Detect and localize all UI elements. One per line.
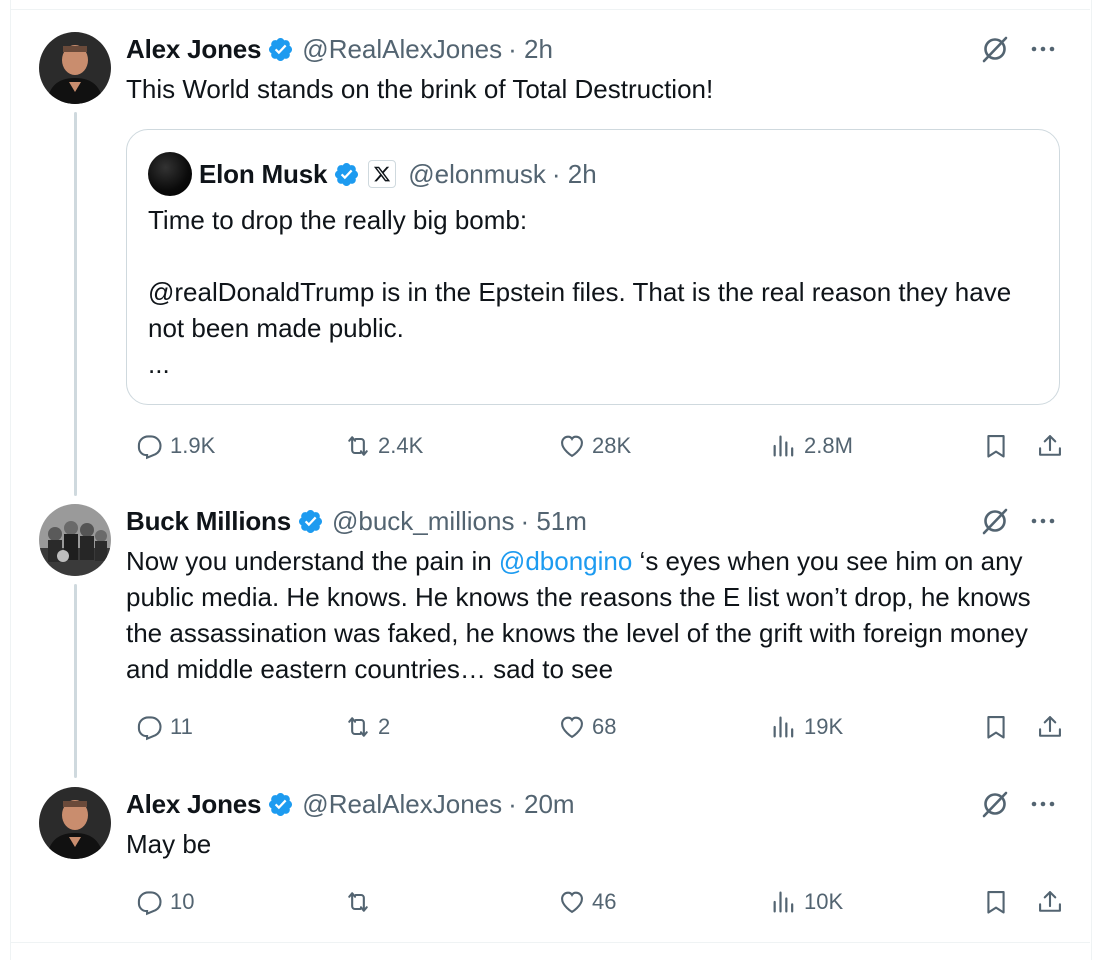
tweet[interactable]: Alex Jones @RealAlexJones · 2h This Worl… bbox=[10, 0, 1090, 480]
author-handle: @elonmusk bbox=[408, 158, 546, 189]
bookmark-icon bbox=[987, 716, 1005, 739]
like-icon bbox=[561, 435, 583, 458]
repost-button[interactable]: 2.4K bbox=[344, 428, 423, 464]
views-button[interactable]: 2.8M bbox=[770, 428, 853, 464]
like-count: 46 bbox=[592, 889, 617, 914]
reply-icon bbox=[137, 891, 162, 916]
like-icon bbox=[561, 891, 583, 914]
reply-count: 1.9K bbox=[170, 433, 216, 458]
divider bbox=[10, 942, 1090, 943]
timestamp[interactable]: · 51m bbox=[520, 506, 586, 537]
views-icon bbox=[773, 891, 794, 913]
grok-icon[interactable] bbox=[980, 34, 1010, 64]
timestamp[interactable]: · 2h bbox=[508, 34, 553, 65]
avatar[interactable] bbox=[39, 32, 111, 104]
tweet-header: Buck Millions @buck_millions · 51m bbox=[126, 504, 587, 538]
author-name[interactable]: Alex Jones bbox=[126, 789, 261, 820]
verified-badge-icon bbox=[269, 792, 293, 816]
reply-button[interactable]: 1.9K bbox=[136, 428, 215, 464]
reply-count: 11 bbox=[170, 714, 193, 739]
author-handle[interactable]: @RealAlexJones bbox=[302, 34, 502, 65]
view-count: 10K bbox=[804, 889, 844, 914]
view-count: 2.8M bbox=[804, 433, 853, 458]
tweet[interactable]: Buck Millions @buck_millions · 51m Now y… bbox=[10, 490, 1090, 770]
author-name: Elon Musk bbox=[199, 158, 328, 189]
avatar[interactable] bbox=[148, 152, 192, 196]
like-count: 68 bbox=[592, 714, 617, 739]
like-button[interactable]: 68 bbox=[558, 709, 616, 745]
bookmark-icon bbox=[987, 435, 1005, 458]
action-bar: 1.9K 2.4K 28K 2.8M bbox=[126, 428, 1066, 464]
repost-icon bbox=[348, 436, 368, 456]
avatar[interactable] bbox=[39, 787, 111, 859]
quote-text: Time to drop the really big bomb: @realD… bbox=[148, 202, 1028, 382]
verified-badge-icon bbox=[335, 162, 359, 186]
quoted-tweet[interactable]: Elon Musk @elonmusk · 2h Time to drop th… bbox=[126, 129, 1060, 405]
bookmark-button[interactable] bbox=[982, 709, 1016, 745]
more-icon[interactable] bbox=[1028, 789, 1058, 819]
author-name[interactable]: Alex Jones bbox=[126, 34, 261, 65]
quote-line: ... bbox=[148, 349, 170, 379]
tweet-header: Alex Jones @RealAlexJones · 20m bbox=[126, 787, 575, 821]
repost-button[interactable]: 2 bbox=[344, 709, 390, 745]
tweet-text: Now you understand the pain in @dbongino… bbox=[126, 543, 1066, 687]
quote-line: @realDonaldTrump is in the Epstein files… bbox=[148, 277, 1012, 343]
tweet-text: May be bbox=[126, 829, 212, 859]
bookmark-button[interactable] bbox=[982, 884, 1016, 920]
repost-button[interactable] bbox=[344, 884, 378, 920]
grok-icon[interactable] bbox=[980, 789, 1010, 819]
avatar[interactable] bbox=[39, 504, 111, 576]
share-icon bbox=[1039, 716, 1061, 737]
timestamp: · 2h bbox=[551, 158, 597, 189]
more-icon[interactable] bbox=[1028, 34, 1058, 64]
views-icon bbox=[773, 716, 794, 738]
reply-icon bbox=[137, 716, 162, 741]
repost-icon bbox=[348, 717, 368, 737]
quote-line: Time to drop the really big bomb: bbox=[148, 205, 528, 235]
tweet-header: Alex Jones @RealAlexJones · 2h bbox=[126, 32, 553, 66]
action-bar: 11 2 68 19K bbox=[126, 709, 1066, 745]
reply-button[interactable]: 10 bbox=[136, 884, 194, 920]
bookmark-icon bbox=[987, 891, 1005, 914]
like-icon bbox=[561, 716, 583, 739]
views-button[interactable]: 19K bbox=[770, 709, 843, 745]
x-logo-icon bbox=[368, 160, 397, 188]
reply-button[interactable]: 11 bbox=[136, 709, 193, 745]
tweet[interactable]: Alex Jones @RealAlexJones · 20m May be 1… bbox=[10, 772, 1090, 940]
like-button[interactable]: 28K bbox=[558, 428, 631, 464]
mention-link[interactable]: @dbongino bbox=[499, 546, 632, 576]
author-name[interactable]: Buck Millions bbox=[126, 506, 291, 537]
view-count: 19K bbox=[804, 714, 844, 739]
verified-badge-icon bbox=[269, 37, 293, 61]
views-icon bbox=[773, 435, 794, 457]
repost-icon bbox=[348, 892, 368, 912]
share-icon bbox=[1039, 891, 1061, 912]
bookmark-button[interactable] bbox=[982, 428, 1016, 464]
author-handle[interactable]: @RealAlexJones bbox=[302, 789, 502, 820]
reply-icon bbox=[137, 435, 162, 460]
more-icon[interactable] bbox=[1028, 506, 1058, 536]
share-icon bbox=[1039, 435, 1061, 456]
share-button[interactable] bbox=[1036, 709, 1070, 745]
share-button[interactable] bbox=[1036, 884, 1070, 920]
action-bar: 10 46 10K bbox=[126, 884, 1066, 920]
share-button[interactable] bbox=[1036, 428, 1070, 464]
like-count: 28K bbox=[592, 433, 632, 458]
quote-header: Elon Musk @elonmusk · 2h bbox=[199, 156, 597, 192]
grok-icon[interactable] bbox=[980, 506, 1010, 536]
author-handle[interactable]: @buck_millions bbox=[332, 506, 514, 537]
verified-badge-icon bbox=[298, 509, 323, 533]
like-button[interactable]: 46 bbox=[558, 884, 616, 920]
reply-count: 10 bbox=[170, 889, 195, 914]
tweet-text-part: Now you understand the pain in bbox=[126, 546, 499, 576]
tweet-text: This World stands on the brink of Total … bbox=[126, 74, 714, 104]
timestamp[interactable]: · 20m bbox=[508, 789, 574, 820]
views-button[interactable]: 10K bbox=[770, 884, 843, 920]
repost-count: 2.4K bbox=[378, 433, 424, 458]
repost-count: 2 bbox=[378, 714, 391, 739]
